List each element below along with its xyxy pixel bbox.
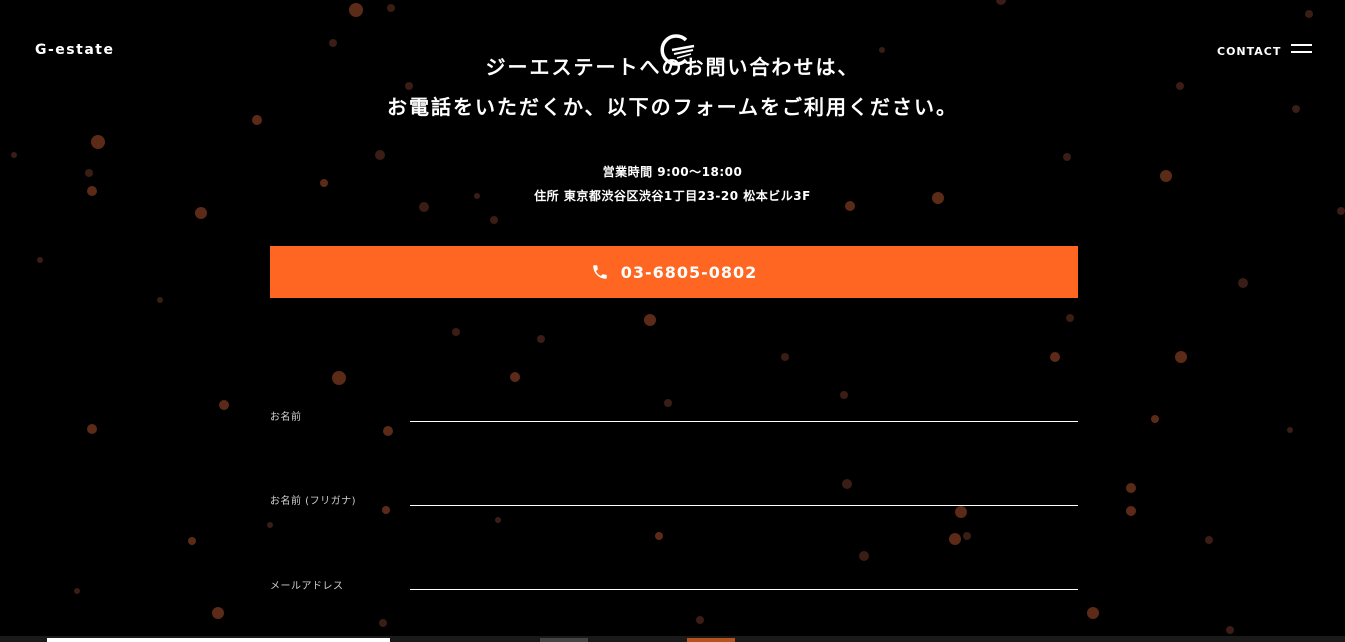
thumbnail-active[interactable] [47, 638, 390, 642]
email-field[interactable] [410, 561, 1078, 590]
particle-dot [510, 372, 520, 382]
name-kana-field[interactable] [410, 477, 1078, 506]
particle-dot [37, 257, 43, 263]
particle-dot [696, 616, 704, 624]
name-kana-label: お名前 (フリガナ) [270, 496, 356, 507]
email-label: メールアドレス [270, 581, 344, 592]
hamburger-menu-icon[interactable] [1291, 44, 1313, 58]
particle-dot [219, 400, 229, 410]
particle-dot [1087, 607, 1099, 619]
particle-dot [91, 135, 105, 149]
particle-dot [1226, 626, 1234, 634]
g-swirl-logo-icon[interactable] [656, 32, 696, 68]
particle-dot [1337, 207, 1345, 215]
phone-icon [592, 265, 607, 279]
particle-dot [1175, 351, 1187, 363]
particle-dot [655, 532, 663, 540]
particle-dot [87, 424, 97, 434]
particle-dot [375, 150, 385, 160]
particle-dot [1238, 278, 1248, 288]
particle-dot [949, 533, 961, 545]
particle-dot [157, 297, 163, 303]
thumbnail[interactable] [540, 638, 588, 642]
particle-dot [963, 532, 971, 540]
business-hours: 営業時間 9:00〜18:00 [602, 165, 743, 179]
particle-dot [1205, 536, 1213, 544]
phone-number: 03-6805-0802 [620, 262, 758, 282]
form-row-name-kana: お名前 (フリガナ) [270, 477, 1078, 517]
particle-dot [1126, 506, 1136, 516]
particle-dot [495, 517, 501, 523]
particle-dot [11, 152, 17, 158]
contact-link[interactable]: CONTACT [1217, 45, 1281, 58]
site-header: G-estate CONTACT [0, 0, 1345, 100]
thumbnail[interactable] [687, 638, 735, 642]
business-info: 営業時間 9:00〜18:00 住所 東京都渋谷区渋谷1丁目23-20 松本ビル… [0, 160, 1345, 208]
particle-dot [859, 551, 869, 561]
particle-dot [1151, 415, 1159, 423]
business-address: 住所 東京都渋谷区渋谷1丁目23-20 松本ビル3F [534, 189, 811, 203]
form-row-email: メールアドレス [270, 561, 1078, 601]
particle-dot [74, 588, 80, 594]
particle-dot [379, 619, 387, 627]
particle-dot [537, 335, 545, 343]
particle-dot [212, 607, 224, 619]
particle-dot [1066, 314, 1074, 322]
form-row-name: お名前 [270, 392, 1078, 432]
name-label: お名前 [270, 412, 302, 423]
particle-dot [188, 537, 196, 545]
particle-dot [452, 328, 460, 336]
particle-dot [332, 371, 346, 385]
particle-dot [195, 207, 207, 219]
name-field[interactable] [410, 393, 1078, 422]
particle-dot [1050, 352, 1060, 362]
particle-dot [1126, 483, 1136, 493]
particle-dot [490, 216, 498, 224]
bottom-thumbnail-strip [0, 636, 1345, 642]
particle-dot [267, 522, 273, 528]
particle-dot [1287, 427, 1293, 433]
phone-call-button[interactable]: 03-6805-0802 [270, 246, 1078, 298]
particle-dot [781, 353, 789, 361]
brand-logo-text[interactable]: G-estate [35, 42, 114, 58]
particle-dot [644, 314, 656, 326]
